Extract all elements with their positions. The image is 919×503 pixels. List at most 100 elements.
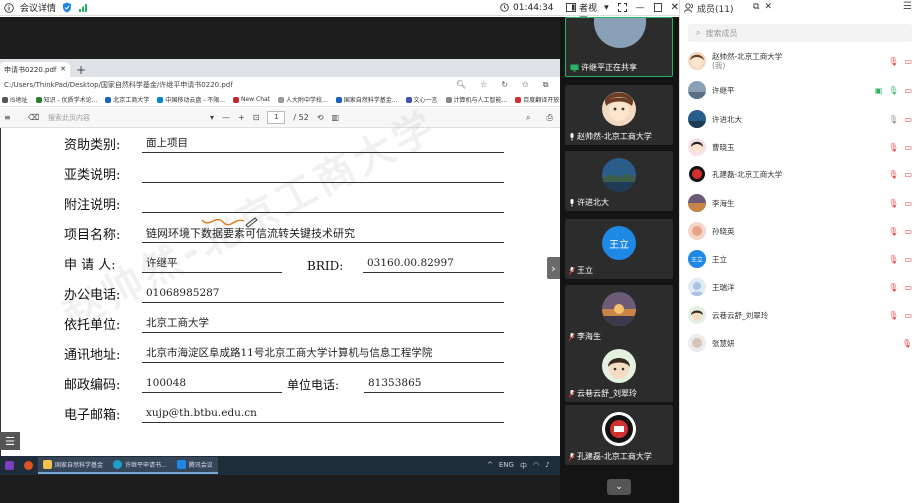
video-tile[interactable]: 赵帅然-北京工商大学: [565, 85, 673, 145]
mic-muted-icon[interactable]: 🎙︎: [888, 311, 898, 320]
member-item[interactable]: 孙晓英 🎙︎ ▭: [688, 221, 914, 241]
tray-lang[interactable]: ENG: [499, 461, 514, 471]
bookmark-item[interactable]: New Chat: [233, 96, 270, 103]
video-tile-name: 许进北大: [569, 197, 609, 208]
panel-menu-icon[interactable]: ☰: [903, 1, 912, 12]
bookmark-item[interactable]: 百度翻译开放平台: [515, 95, 560, 104]
mic-muted-icon[interactable]: 🎙︎: [888, 170, 898, 179]
camera-off-icon[interactable]: ▭: [904, 227, 912, 236]
panel-close-x-icon[interactable]: ✕: [764, 2, 772, 12]
info-icon[interactable]: [4, 2, 14, 13]
scroll-down-button[interactable]: ⌄: [607, 479, 631, 495]
field-label: 资助类别:: [64, 138, 121, 153]
mic-muted-icon[interactable]: 🎙︎: [888, 227, 898, 236]
member-item[interactable]: 孔建磊-北京工商大学 🎙︎ ▭: [688, 164, 914, 184]
print-icon[interactable]: ⎙: [546, 113, 552, 123]
bookmark-item[interactable]: IS地址: [2, 95, 28, 104]
bookmark-item[interactable]: 知识 - 优质学术论...: [35, 95, 97, 104]
search-icon: ⌕: [696, 28, 701, 37]
restore-icon[interactable]: [653, 3, 662, 12]
bookmark-item[interactable]: 国家自然科学基金...: [335, 95, 398, 104]
taskbar-edge[interactable]: 许继平申请书...: [108, 457, 172, 474]
taskbar-app-icon[interactable]: [19, 457, 38, 474]
camera-off-icon[interactable]: ▭: [904, 170, 912, 179]
mic-on-icon[interactable]: 🎙︎: [888, 86, 898, 95]
page-view-icon[interactable]: ▥: [332, 113, 340, 122]
camera-off-icon[interactable]: ▭: [904, 283, 912, 292]
member-item[interactable]: 王瑞洋 🎙︎ ▭: [688, 277, 914, 297]
eraser-icon[interactable]: ⌫: [28, 113, 39, 122]
favorites-icon[interactable]: ✩: [522, 80, 529, 90]
fullscreen-icon[interactable]: [617, 3, 627, 12]
tray-ime[interactable]: 中: [520, 461, 527, 471]
tab-pdf[interactable]: 申请书0220.pdf ✕: [0, 62, 70, 77]
video-tile[interactable]: 许进北大: [565, 151, 673, 211]
rotate-icon[interactable]: ⟲: [317, 113, 324, 122]
bookmark-item[interactable]: 人大附中学校...: [278, 95, 328, 104]
star-icon[interactable]: ☆: [480, 80, 487, 90]
camera-off-icon[interactable]: ▭: [904, 143, 912, 152]
mic-icon[interactable]: 🎙︎: [888, 115, 898, 124]
members-panel: 成员(11) ⧉ ✕ ☰ ⌕ 搜索成员 赵帅然-北京工商大学 (我) 🎙︎ ▭ 许…: [679, 0, 919, 503]
member-item[interactable]: 王立 王立 🎙︎ ▭: [688, 249, 914, 269]
mic-muted-icon[interactable]: 🎙︎: [888, 283, 898, 292]
collections-icon[interactable]: ⧉: [543, 80, 549, 90]
member-item[interactable]: 许进北大 🎙︎ ▭: [688, 109, 914, 129]
close-tab-icon[interactable]: ✕: [60, 65, 66, 74]
bookmark-item[interactable]: 计算机与人工智能...: [445, 95, 507, 104]
member-item[interactable]: 李海生 🎙︎ ▭: [688, 193, 914, 213]
camera-off-icon[interactable]: ▭: [904, 86, 912, 95]
taskbar-meeting[interactable]: 腾讯会议: [171, 457, 218, 474]
video-tile[interactable]: 云巷云舒_刘翠玲: [565, 342, 673, 402]
member-item[interactable]: 张慧妍 🎙︎: [688, 333, 914, 353]
member-item[interactable]: 许继平 ▣ 🎙︎ ▭: [688, 80, 914, 100]
tray-chevron-icon[interactable]: ^: [487, 461, 493, 471]
mic-muted-icon[interactable]: 🎙︎: [902, 339, 912, 348]
member-name: 许继平: [712, 85, 735, 95]
mic-muted-icon[interactable]: 🎙︎: [888, 143, 898, 152]
shield-icon[interactable]: [62, 2, 72, 13]
collapse-panel-button[interactable]: ›: [547, 257, 560, 279]
camera-off-icon[interactable]: ▭: [904, 199, 912, 208]
member-item[interactable]: 云巷云舒_刘翠玲 🎙︎ ▭: [688, 305, 914, 325]
mic-muted-icon[interactable]: 🎙︎: [888, 57, 898, 66]
tray-wifi-icon[interactable]: ◠: [533, 461, 539, 471]
refresh-icon[interactable]: ↻: [501, 80, 508, 90]
page-number-input[interactable]: 1: [267, 111, 286, 124]
close-icon[interactable]: ✕: [671, 2, 679, 13]
mic-muted-icon[interactable]: 🎙︎: [888, 255, 898, 264]
taskbar-vs-icon[interactable]: [0, 457, 19, 474]
zoom-icon[interactable]: 🔍︎: [456, 80, 466, 90]
avatar: [688, 52, 706, 70]
fit-page-icon[interactable]: ⊡: [253, 113, 260, 122]
find-input[interactable]: 搜索此页内容: [48, 113, 90, 123]
member-item[interactable]: 曹晓玉 🎙︎ ▭: [688, 137, 914, 157]
popout-icon[interactable]: ⧉: [753, 2, 759, 12]
tray-volume-icon[interactable]: ♪: [545, 461, 549, 471]
member-search-input[interactable]: ⌕ 搜索成员: [688, 24, 912, 42]
minimize-icon[interactable]: —: [636, 3, 645, 13]
dropdown-icon[interactable]: ▾: [210, 113, 214, 122]
menu-icon[interactable]: ≡: [4, 113, 11, 122]
zoom-in-button[interactable]: +: [238, 113, 245, 122]
search-icon[interactable]: ⌕: [526, 113, 530, 123]
bookmark-item[interactable]: 文心一言: [405, 95, 438, 104]
video-tile[interactable]: 孔建磊-北京工商大学: [565, 405, 673, 465]
camera-off-icon[interactable]: ▭: [904, 57, 912, 66]
meeting-details-link[interactable]: 会议详情: [20, 1, 56, 14]
taskbar-folder[interactable]: 国家自然科学基金: [38, 457, 109, 474]
mic-muted-icon[interactable]: 🎙︎: [888, 199, 898, 208]
camera-off-icon[interactable]: ▭: [904, 115, 912, 124]
zoom-out-button[interactable]: —: [222, 113, 230, 122]
camera-off-icon[interactable]: ▭: [904, 255, 912, 264]
video-tile[interactable]: 李海生: [565, 285, 673, 345]
camera-off-icon[interactable]: ▭: [904, 311, 912, 320]
bookmark-item[interactable]: 中国移动云盘 - 不限...: [157, 95, 225, 104]
address-bar[interactable]: C:/Users/ThinkPad/Desktop/国家自然科学基金/许继平申请…: [0, 77, 560, 93]
new-tab-button[interactable]: +: [70, 63, 92, 77]
video-tile[interactable]: 王立 王立: [565, 219, 673, 279]
video-tile[interactable]: 许继平正在共享: [565, 17, 673, 77]
bookmark-item[interactable]: 北京工商大学: [105, 95, 149, 104]
member-item[interactable]: 赵帅然-北京工商大学 (我) 🎙︎ ▭: [688, 51, 914, 71]
list-menu-icon[interactable]: ☰: [0, 432, 20, 450]
